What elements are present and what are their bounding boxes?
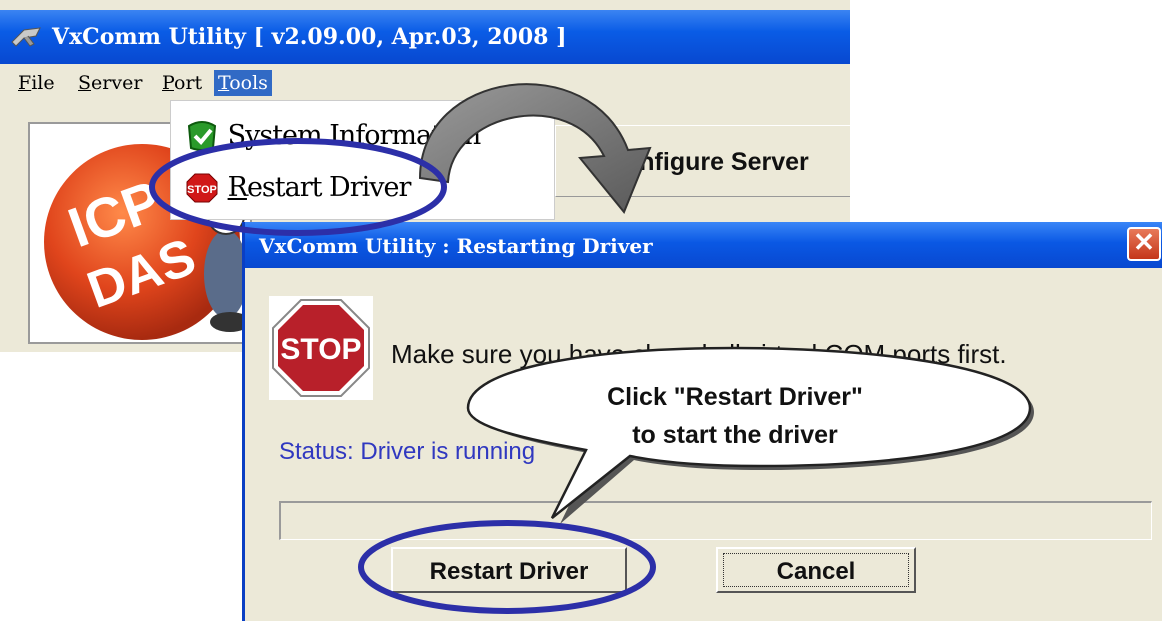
main-window-title: VxComm Utility [ v2.09.00, Apr.03, 2008 … xyxy=(52,24,567,50)
close-button[interactable]: ✕ xyxy=(1127,227,1161,261)
callout-line-1: Click "Restart Driver" xyxy=(607,383,863,411)
callout-text: Click "Restart Driver" to start the driv… xyxy=(520,378,950,454)
stop-sign-text: STOP xyxy=(280,333,361,366)
menu-file-mnemonic: F xyxy=(18,72,32,94)
menu-server[interactable]: Server xyxy=(74,70,146,96)
restart-driver-button[interactable]: Restart Driver xyxy=(391,547,627,593)
menu-server-mnemonic: S xyxy=(78,72,92,94)
progress-bar xyxy=(279,501,1152,540)
dialog-title-bar[interactable]: VxComm Utility : Restarting Driver ✕ xyxy=(245,222,1162,268)
app-icon xyxy=(11,27,41,47)
menu-tools[interactable]: Tools xyxy=(214,70,272,96)
menu-server-label: erver xyxy=(91,72,143,94)
menu-port[interactable]: Port xyxy=(158,70,206,96)
dialog-title: VxComm Utility : Restarting Driver xyxy=(259,234,653,258)
cancel-button[interactable]: Cancel xyxy=(716,547,916,593)
callout-line-2: to start the driver xyxy=(632,421,838,449)
menu-bar: File Server Port Tools xyxy=(0,64,850,100)
driver-status: Status: Driver is running xyxy=(279,438,536,465)
restart-driver-menu-text: estart Driver xyxy=(246,172,411,203)
focus-rectangle xyxy=(723,553,909,587)
close-icon: ✕ xyxy=(1133,228,1155,258)
menu-port-label: ort xyxy=(174,72,203,94)
configure-server-button[interactable]: onfigure Server xyxy=(555,125,850,197)
menu-tools-label: ools xyxy=(229,72,268,94)
stop-icon: STOP xyxy=(186,173,218,202)
svg-text:STOP: STOP xyxy=(187,184,217,196)
menu-file-label: ile xyxy=(31,72,55,94)
main-title-bar[interactable]: VxComm Utility [ v2.09.00, Apr.03, 2008 … xyxy=(0,10,850,64)
stop-sign-icon: STOP xyxy=(269,296,373,400)
menu-item-restart-driver[interactable]: STOP Restart Driver xyxy=(185,171,412,209)
tools-dropdown-menu: System Information STOP Restart Driver xyxy=(170,100,555,220)
system-information-icon xyxy=(187,120,217,151)
menu-file[interactable]: File xyxy=(14,70,59,96)
menu-port-mnemonic: P xyxy=(162,72,175,94)
restart-driver-mnemonic: R xyxy=(227,172,248,203)
menu-tools-mnemonic: T xyxy=(218,72,230,94)
system-information-label: System Information xyxy=(227,120,482,151)
configure-server-label: onfigure Server xyxy=(624,148,809,176)
menu-item-system-information[interactable]: System Information xyxy=(185,119,482,157)
restart-driver-menu-label: Restart Driver xyxy=(227,172,412,203)
warning-message: Make sure you have closed all virtual CO… xyxy=(391,339,1007,369)
restart-driver-button-label: Restart Driver xyxy=(429,558,589,585)
